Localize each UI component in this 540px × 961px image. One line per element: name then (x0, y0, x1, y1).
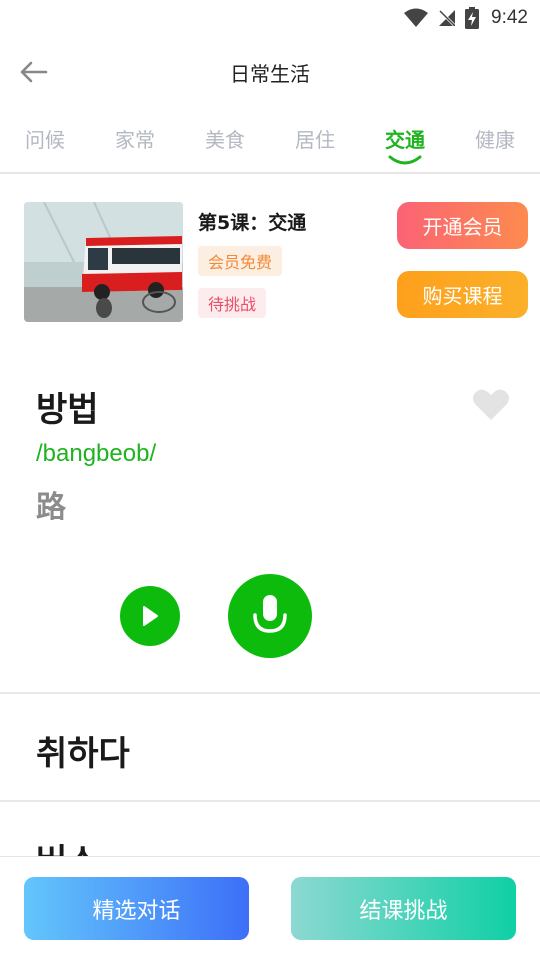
word-card: 방법 /bangbeob/ 路 (0, 370, 540, 692)
tab-label: 居住 (295, 128, 335, 152)
tab-food[interactable]: 美食 (190, 124, 260, 153)
tab-home[interactable]: 家常 (100, 124, 170, 153)
tab-health[interactable]: 健康 (460, 124, 530, 153)
category-tabs: 问候 家常 美食 居住 交通 健康 (0, 116, 540, 174)
active-tab-indicator (388, 155, 422, 165)
tab-label: 健康 (475, 128, 515, 152)
open-membership-button[interactable]: 开通会员 (397, 202, 528, 249)
lesson-thumbnail[interactable] (24, 202, 183, 322)
tab-label: 家常 (115, 128, 155, 152)
tab-greeting[interactable]: 问候 (10, 124, 80, 153)
buy-course-button[interactable]: 购买课程 (397, 271, 528, 318)
final-challenge-button[interactable]: 结课挑战 (291, 877, 516, 940)
battery-charging-icon (465, 7, 480, 29)
member-free-badge: 会员免费 (198, 246, 283, 276)
tab-label: 问候 (25, 128, 65, 152)
tab-label: 美食 (205, 128, 245, 152)
lesson-title: 第5课：交通 (198, 212, 307, 234)
tab-traffic[interactable]: 交通 (370, 124, 440, 165)
status-icons: 9:42 (403, 6, 528, 30)
play-icon (143, 606, 158, 626)
challenge-status-badge: 待挑战 (198, 288, 267, 318)
record-button[interactable] (228, 574, 312, 658)
bottom-bar: 精选对话 结课挑战 (0, 856, 540, 961)
list-item[interactable]: 취하다 (36, 726, 130, 775)
heart-icon[interactable] (472, 388, 510, 422)
header: 日常生活 (0, 44, 540, 100)
word-romanization: /bangbeob/ (36, 440, 157, 467)
tab-living[interactable]: 居住 (280, 124, 350, 153)
wifi-icon (404, 8, 429, 27)
status-time: 9:42 (491, 7, 528, 28)
featured-dialog-button[interactable]: 精选对话 (24, 877, 249, 940)
status-bar: 9:42 (0, 0, 540, 36)
microphone-icon (253, 595, 287, 633)
divider (0, 800, 540, 802)
tab-label: 交通 (385, 128, 425, 152)
word-meaning: 路 (36, 490, 66, 525)
divider (0, 692, 540, 694)
page-title: 日常生活 (230, 62, 310, 86)
lesson-card: 第5课：交通 会员免费 待挑战 开通会员 购买课程 (24, 202, 530, 324)
play-audio-button[interactable] (120, 586, 180, 646)
word-korean: 방법 (36, 390, 99, 430)
no-signal-icon (438, 9, 456, 27)
